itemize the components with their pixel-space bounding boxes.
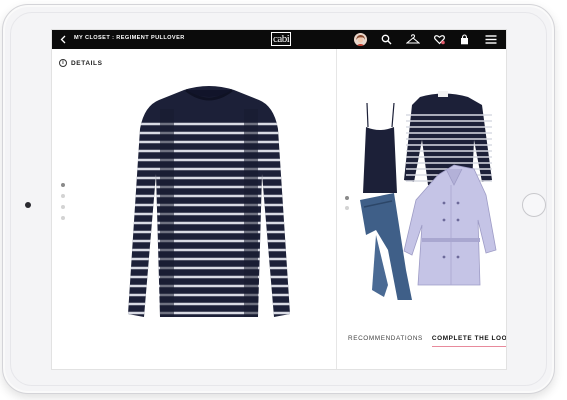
tab-recommendations[interactable]: RECOMMENDATIONS — [348, 335, 423, 347]
brand-logo[interactable]: cabi — [271, 32, 292, 46]
back-arrow-icon[interactable] — [60, 35, 67, 44]
camera-icon — [25, 202, 31, 208]
app-screen: MY CLOSET : REGIMENT PULLOVER cabi i DET… — [51, 29, 507, 370]
carousel-dot-active[interactable] — [61, 183, 65, 187]
product-carousel-indicators[interactable] — [61, 183, 65, 227]
shopping-bag-icon[interactable] — [459, 34, 470, 45]
carousel-dot[interactable] — [61, 194, 65, 198]
recommendation-tabs: RECOMMENDATIONS COMPLETE THE LOOK — [348, 335, 506, 347]
hanger-icon[interactable] — [406, 34, 420, 45]
info-icon: i — [59, 59, 67, 67]
search-icon[interactable] — [381, 34, 392, 45]
top-navigation-bar: MY CLOSET : REGIMENT PULLOVER cabi — [52, 30, 506, 49]
jeans-image — [360, 193, 412, 300]
carousel-dot[interactable] — [61, 216, 65, 220]
hamburger-menu-icon[interactable] — [485, 34, 497, 45]
product-image-striped-pullover[interactable] — [124, 84, 294, 324]
look-carousel-indicators[interactable] — [345, 196, 349, 216]
details-link[interactable]: i DETAILS — [59, 58, 103, 68]
complete-the-look-outfit-image[interactable] — [354, 85, 504, 300]
tab-complete-the-look[interactable]: COMPLETE THE LOOK — [431, 335, 506, 347]
carousel-dot[interactable] — [345, 206, 349, 210]
avatar[interactable] — [354, 33, 367, 46]
trench-coat-image — [403, 164, 497, 286]
camisole-image — [363, 102, 397, 193]
panel-divider — [336, 49, 337, 369]
details-label: DETAILS — [71, 59, 103, 67]
breadcrumb[interactable]: MY CLOSET : REGIMENT PULLOVER — [74, 35, 185, 41]
home-button[interactable] — [522, 193, 546, 217]
carousel-dot[interactable] — [61, 205, 65, 209]
heart-icon[interactable] — [434, 34, 445, 45]
carousel-dot-active[interactable] — [345, 196, 349, 200]
